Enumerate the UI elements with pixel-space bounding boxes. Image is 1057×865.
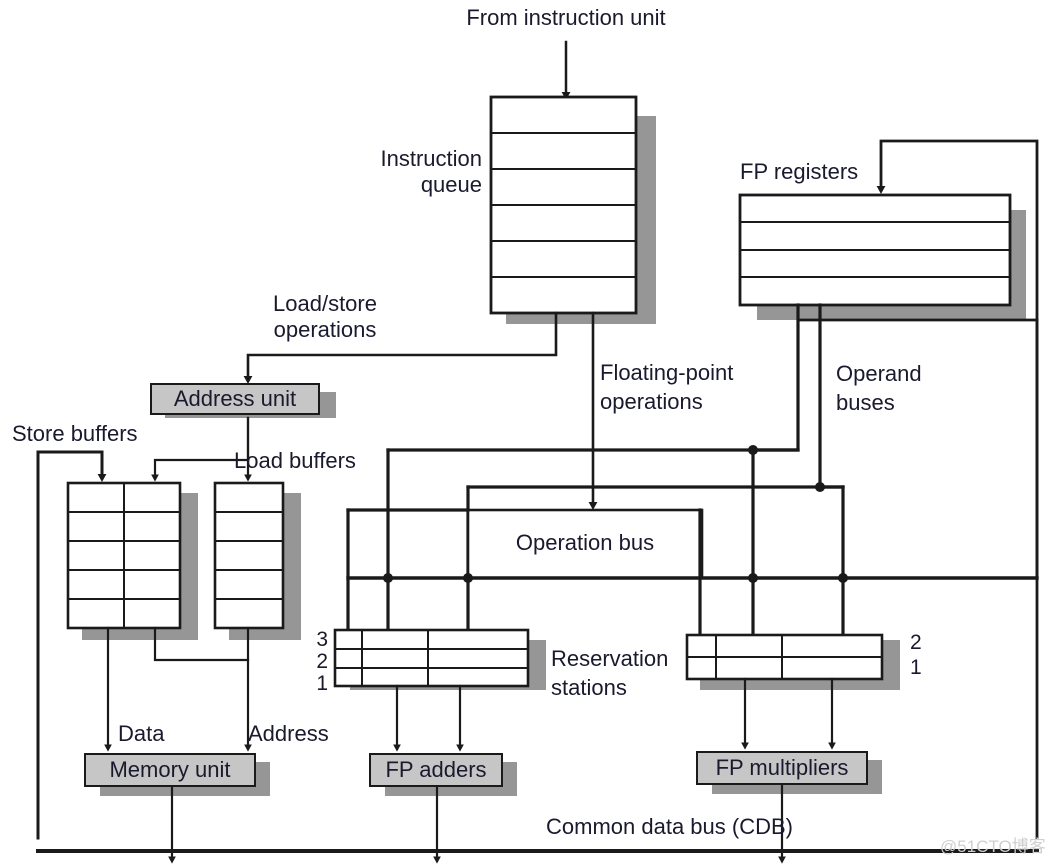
instruction-queue-label-line1: Instruction [380,146,483,171]
operand-buses-label-line2: buses [836,390,895,415]
load-store-operations-label-line1: Load/store [273,291,377,316]
multiplier-rs-row-number-1: 1 [910,656,922,679]
junction-dot [383,573,393,583]
from-instruction-unit-label: From instruction unit [466,5,666,30]
load-buffers-box [213,481,285,630]
floating-point-operations-label-line1: Floating-point [600,360,734,385]
adder-reservation-stations-box [333,628,530,688]
address-unit-label: Address unit [173,386,297,411]
operand-buses-label-line1: Operand [836,361,922,386]
address-unit-box[interactable]: Address unit [150,383,320,415]
fp-multipliers-label: FP multipliers [715,755,849,780]
wire-store-buffer-address [153,626,250,662]
junction-dot [463,573,473,583]
adder-rs-row-number-3: 3 [316,628,328,651]
junction-dot [748,445,758,455]
watermark: @51CTO博客 [940,837,1046,856]
tomasulo-diagram: Address unit Memory unit FP adders FP mu… [0,0,1057,865]
store-buffers-label: Store buffers [12,421,138,446]
junction-dot [748,573,758,583]
fp-registers-label: FP registers [740,159,859,184]
memory-unit-label: Memory unit [109,757,231,782]
memory-unit-box[interactable]: Memory unit [84,753,256,787]
operation-bus-label: Operation bus [515,530,655,555]
fp-multipliers-box[interactable]: FP multipliers [696,751,868,785]
fp-adders-label: FP adders [385,757,487,782]
junction-dot [815,482,825,492]
common-data-bus-label: Common data bus (CDB) [546,814,793,839]
adder-rs-row-number-2: 2 [316,650,328,673]
wire-operand-bus-a [751,303,800,452]
instruction-queue-label-line2: queue [420,172,482,197]
address-label: Address [248,721,329,746]
reservation-stations-label-line1: Reservation [551,646,669,671]
adder-rs-row-number-1: 1 [316,672,328,695]
multiplier-rs-row-number-2: 2 [910,631,922,654]
data-label: Data [118,721,165,746]
fp-adders-box[interactable]: FP adders [369,753,503,787]
load-store-operations-label-line2: operations [273,317,377,342]
floating-point-operations-label-line2: operations [600,389,703,414]
junction-dot [838,573,848,583]
load-buffers-label: Load buffers [234,448,356,473]
reservation-stations-label-line2: stations [551,675,627,700]
